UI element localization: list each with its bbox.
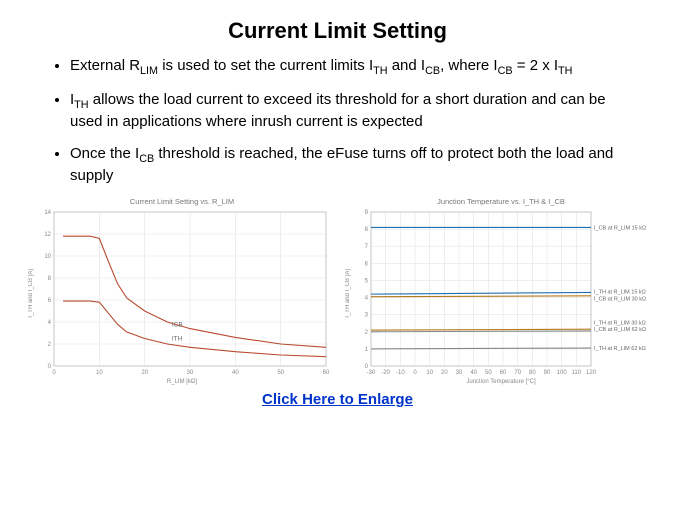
svg-text:20: 20 bbox=[141, 370, 148, 376]
subscript: CB bbox=[498, 65, 513, 77]
svg-text:50: 50 bbox=[485, 370, 492, 376]
svg-text:110: 110 bbox=[572, 370, 582, 376]
chart-xlabel: R_LIM [kΩ] bbox=[28, 379, 336, 385]
bullet-item: Once the ICB threshold is reached, the e… bbox=[70, 144, 627, 186]
svg-text:I_TH at R_LIM 30 kΩ: I_TH at R_LIM 30 kΩ bbox=[594, 320, 646, 326]
svg-text:12: 12 bbox=[44, 232, 51, 238]
bullet-item: External RLIM is used to set the current… bbox=[70, 56, 627, 78]
svg-text:60: 60 bbox=[500, 370, 507, 376]
chart-left: Current Limit Setting vs. R_LIM I_TH and… bbox=[28, 197, 336, 385]
svg-text:2: 2 bbox=[48, 342, 52, 348]
svg-text:5: 5 bbox=[365, 279, 369, 285]
text: allows the load current to exceed its th… bbox=[70, 91, 606, 130]
svg-text:8: 8 bbox=[365, 227, 369, 233]
svg-text:I_CB at R_LIM 30 kΩ: I_CB at R_LIM 30 kΩ bbox=[594, 297, 646, 303]
enlarge-link[interactable]: Click Here to Enlarge bbox=[262, 391, 413, 408]
chart-ylabel: I_TH and I_CB [A] bbox=[28, 269, 34, 318]
svg-text:I_CB at R_LIM 62 kΩ: I_CB at R_LIM 62 kΩ bbox=[594, 327, 646, 333]
svg-text:2: 2 bbox=[365, 330, 369, 336]
svg-text:-20: -20 bbox=[381, 370, 390, 376]
text: = 2 x I bbox=[513, 57, 558, 74]
text: , where I bbox=[440, 57, 498, 74]
text: Once the I bbox=[70, 145, 139, 162]
enlarge-link-wrap: Click Here to Enlarge bbox=[0, 391, 675, 409]
subscript: TH bbox=[558, 65, 572, 77]
svg-text:-30: -30 bbox=[367, 370, 376, 376]
svg-text:14: 14 bbox=[44, 210, 51, 216]
svg-text:I_TH at R_LIM 62 kΩ: I_TH at R_LIM 62 kΩ bbox=[594, 346, 646, 352]
svg-text:4: 4 bbox=[48, 320, 52, 326]
svg-text:100: 100 bbox=[557, 370, 568, 376]
chart-title: Junction Temperature vs. I_TH & I_CB bbox=[345, 197, 657, 206]
svg-text:3: 3 bbox=[365, 313, 369, 319]
chart-ylabel: I_TH and I_CB [A] bbox=[345, 269, 351, 318]
svg-text:6: 6 bbox=[365, 261, 369, 267]
svg-text:8: 8 bbox=[48, 276, 52, 282]
svg-text:60: 60 bbox=[323, 370, 330, 376]
svg-text:6: 6 bbox=[48, 298, 52, 304]
svg-text:30: 30 bbox=[187, 370, 194, 376]
text: External R bbox=[70, 57, 140, 74]
svg-text:20: 20 bbox=[441, 370, 448, 376]
page-title: Current Limit Setting bbox=[0, 0, 675, 56]
charts-row: Current Limit Setting vs. R_LIM I_TH and… bbox=[0, 197, 675, 385]
text: and I bbox=[388, 57, 426, 74]
svg-text:90: 90 bbox=[544, 370, 551, 376]
svg-text:10: 10 bbox=[44, 254, 51, 260]
svg-text:10: 10 bbox=[96, 370, 103, 376]
subscript: LIM bbox=[140, 65, 158, 77]
text: is used to set the current limits I bbox=[158, 57, 373, 74]
svg-text:0: 0 bbox=[48, 364, 52, 370]
subscript: TH bbox=[74, 99, 88, 111]
svg-text:9: 9 bbox=[365, 210, 369, 216]
svg-text:ITH: ITH bbox=[172, 336, 183, 343]
subscript: CB bbox=[425, 65, 440, 77]
chart-title: Current Limit Setting vs. R_LIM bbox=[28, 197, 336, 206]
chart-svg: 0123456789-30-20-10010203040506070809010… bbox=[353, 208, 653, 378]
svg-text:-10: -10 bbox=[396, 370, 405, 376]
bullet-list: External RLIM is used to set the current… bbox=[0, 56, 675, 185]
chart-svg: 0 2 4 6 8 10 12 14 0 10 20 30 40 50 60 ICB ITH bbox=[36, 208, 332, 378]
svg-text:40: 40 bbox=[470, 370, 477, 376]
subscript: CB bbox=[139, 153, 154, 165]
svg-text:50: 50 bbox=[277, 370, 284, 376]
svg-text:0: 0 bbox=[52, 370, 56, 376]
svg-text:30: 30 bbox=[456, 370, 463, 376]
svg-text:1: 1 bbox=[365, 347, 369, 353]
bullet-item: ITH allows the load current to exceed it… bbox=[70, 90, 627, 132]
svg-text:120: 120 bbox=[586, 370, 597, 376]
subscript: TH bbox=[373, 65, 387, 77]
svg-text:I_TH at R_LIM 15 kΩ: I_TH at R_LIM 15 kΩ bbox=[594, 290, 646, 296]
svg-text:I_CB at R_LIM 15 kΩ: I_CB at R_LIM 15 kΩ bbox=[594, 225, 646, 231]
svg-text:40: 40 bbox=[232, 370, 239, 376]
svg-text:10: 10 bbox=[426, 370, 433, 376]
svg-text:70: 70 bbox=[514, 370, 521, 376]
svg-text:0: 0 bbox=[413, 370, 417, 376]
svg-text:4: 4 bbox=[365, 296, 369, 302]
chart-right: Junction Temperature vs. I_TH & I_CB I_T… bbox=[345, 197, 657, 385]
chart-xlabel: Junction Temperature [°C] bbox=[345, 379, 657, 385]
svg-text:7: 7 bbox=[365, 244, 369, 250]
svg-text:80: 80 bbox=[529, 370, 536, 376]
svg-text:ICB: ICB bbox=[172, 321, 183, 328]
